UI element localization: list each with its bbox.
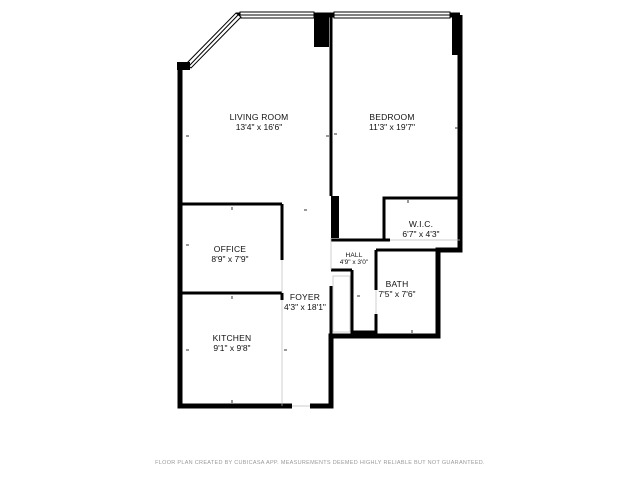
footer-disclaimer: FLOOR PLAN CREATED BY CUBICASA APP. MEAS… bbox=[155, 460, 485, 466]
room-dimensions: 8'9" x 7'9" bbox=[211, 253, 249, 264]
window-line-3 bbox=[188, 14, 239, 67]
closet-foyer bbox=[332, 275, 351, 333]
floor-plan-drawing bbox=[177, 11, 463, 409]
room-dimensions: 6'7" x 4'3" bbox=[402, 228, 440, 239]
room-dimensions: 7'5" x 7'6" bbox=[378, 288, 416, 299]
room-label-living-room: LIVING ROOM 13'4" x 16'6" bbox=[230, 112, 289, 133]
room-dimensions: 11'3" x 19'7" bbox=[369, 121, 415, 132]
floor-plan: LIVING ROOM 13'4" x 16'6" BEDROOM 11'3" … bbox=[0, 0, 640, 480]
room-label-office: OFFICE 8'9" x 7'9" bbox=[211, 244, 249, 265]
room-dimensions: 9'1" x 9'8" bbox=[213, 342, 251, 353]
room-label-bedroom: BEDROOM 11'3" x 19'7" bbox=[369, 112, 415, 133]
interior-walls bbox=[180, 15, 460, 336]
column-west-corner bbox=[177, 62, 190, 70]
room-label-bath: BATH 7'5" x 7'6" bbox=[378, 279, 416, 300]
room-label-wic: W.I.C. 6'7" x 4'3" bbox=[402, 219, 440, 240]
room-dimensions: 13'4" x 16'6" bbox=[235, 121, 283, 132]
column-bedroom-wall bbox=[331, 196, 339, 238]
door-arcs bbox=[281, 238, 460, 407]
column-north-east bbox=[452, 15, 461, 55]
room-label-kitchen: KITCHEN 9'1" x 9'8" bbox=[213, 333, 252, 354]
wall-bath-left bbox=[350, 270, 376, 334]
room-dimensions: 4'3" x 18'1" bbox=[284, 301, 326, 312]
room-label-hall: HALL 4'9" x 3'0" bbox=[340, 252, 368, 267]
outlet-ticks bbox=[186, 127, 458, 403]
room-name: HALL bbox=[345, 252, 363, 259]
column-north-mid bbox=[314, 15, 329, 47]
room-label-foyer: FOYER 4'3" x 18'1" bbox=[284, 292, 326, 313]
room-dimensions: 4'9" x 3'0" bbox=[339, 259, 369, 267]
